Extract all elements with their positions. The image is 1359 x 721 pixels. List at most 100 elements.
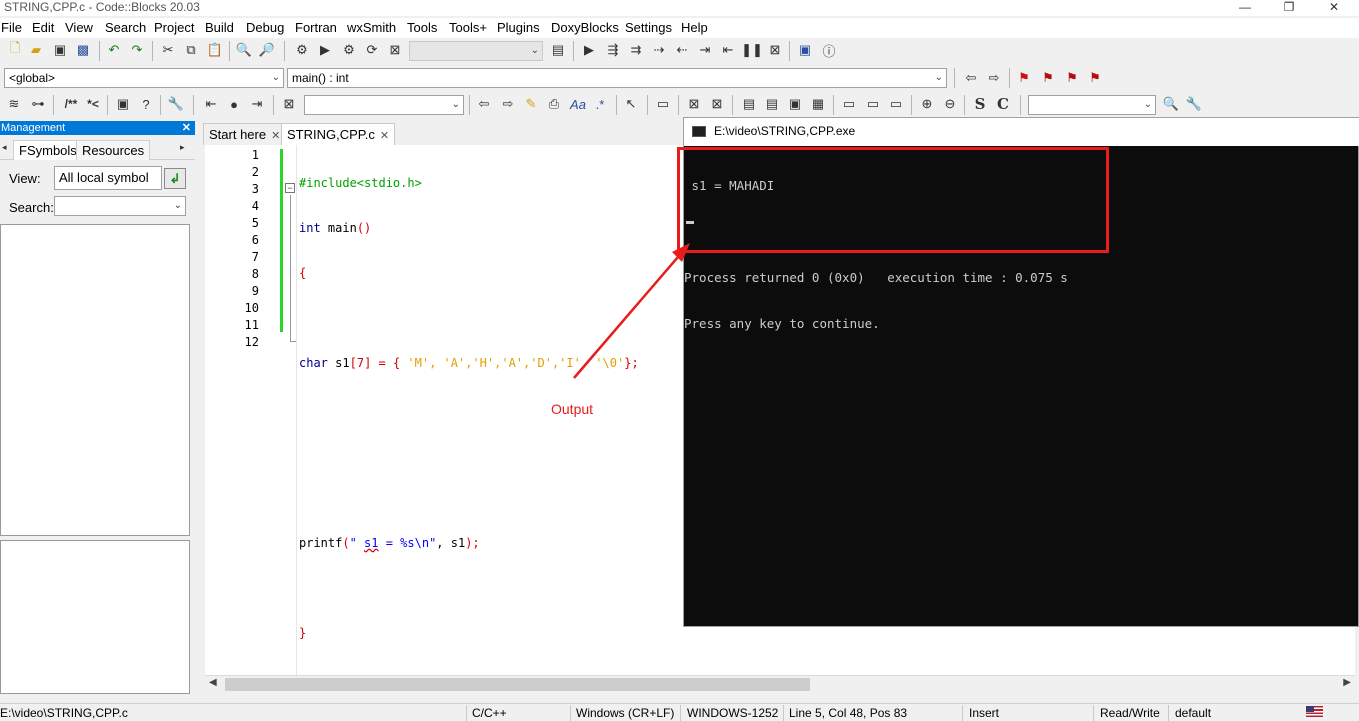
search-icon[interactable]: 🔍	[1162, 95, 1180, 113]
menu-doxyblocks[interactable]: DoxyBlocks	[551, 20, 619, 35]
step-out-icon[interactable]: ⇠	[673, 41, 691, 59]
abort-icon[interactable]: ⊠	[386, 41, 404, 59]
menu-help[interactable]: Help	[681, 20, 708, 35]
save-icon[interactable]: ▣	[51, 41, 69, 59]
menu-tools-plus[interactable]: Tools+	[449, 20, 487, 35]
stop-debug-icon[interactable]: ⊠	[766, 41, 784, 59]
doxy-inline-button[interactable]: *<	[83, 95, 103, 113]
save-all-icon[interactable]: ▩	[74, 41, 92, 59]
fold-collapse-icon[interactable]: −	[285, 183, 295, 193]
menu-build[interactable]: Build	[205, 20, 234, 35]
frame2-icon[interactable]: ▭	[864, 95, 882, 113]
menu-tools[interactable]: Tools	[407, 20, 437, 35]
bookmark-prev-icon[interactable]: ⚑	[1039, 69, 1057, 87]
debug-run-icon[interactable]: ▶	[580, 41, 598, 59]
view-combo[interactable]: All local symbol	[54, 166, 162, 190]
cursor-icon[interactable]: ↖	[622, 95, 640, 113]
symbol-s-icon[interactable]: S	[971, 95, 989, 113]
jump-back-icon[interactable]: ⇦	[962, 69, 980, 87]
symbol-search-combo[interactable]: ⌄	[54, 196, 186, 216]
layout4-icon[interactable]: ▦	[809, 95, 827, 113]
frame1-icon[interactable]: ▭	[840, 95, 858, 113]
menu-fortran[interactable]: Fortran	[295, 20, 337, 35]
zoom-in-icon[interactable]: ⊕	[918, 95, 936, 113]
menu-search[interactable]: Search	[105, 20, 146, 35]
layout3-icon[interactable]: ▣	[786, 95, 804, 113]
doxy-help-icon[interactable]: ?	[137, 95, 155, 113]
paste-icon[interactable]: 📋	[206, 41, 224, 59]
menu-edit[interactable]: Edit	[32, 20, 54, 35]
maximize-button[interactable]: ❐	[1267, 0, 1311, 16]
tab-start-here[interactable]: Start here ✕	[203, 123, 287, 145]
scope-combo[interactable]: <global> ⌄	[4, 68, 284, 88]
undo-icon[interactable]: ↶	[105, 41, 123, 59]
info-icon[interactable]: ⓘ	[820, 41, 838, 59]
run-to-cursor-icon[interactable]: ⇶	[604, 41, 622, 59]
frame3-icon[interactable]: ▭	[887, 95, 905, 113]
bookmark-clear-icon[interactable]: ⚑	[1086, 69, 1104, 87]
tab-resources[interactable]: Resources	[76, 140, 151, 160]
jump-forward-icon[interactable]: ⇨	[985, 69, 1003, 87]
menu-debug[interactable]: Debug	[246, 20, 284, 35]
settings-wrench-icon[interactable]: 🔧	[1185, 95, 1203, 113]
close-button[interactable]: ✕	[1312, 0, 1356, 16]
menu-wxsmith[interactable]: wxSmith	[347, 20, 396, 35]
arrow-left-icon[interactable]: ⇦	[475, 95, 493, 113]
close-icon[interactable]: ✕	[380, 130, 389, 142]
minimize-button[interactable]: —	[1223, 0, 1267, 16]
next-icon[interactable]: ⇥	[248, 95, 266, 113]
function-combo[interactable]: main() : int ⌄	[287, 68, 947, 88]
incremental-search-combo[interactable]: ⌄	[1028, 95, 1156, 115]
symbol-c-icon[interactable]: C	[994, 95, 1012, 113]
menu-view[interactable]: View	[65, 20, 93, 35]
refresh-icon[interactable]: ↲	[164, 168, 186, 189]
symbol-tree[interactable]	[0, 224, 190, 536]
layout1-icon[interactable]: ▤	[740, 95, 758, 113]
redo-icon[interactable]: ↷	[128, 41, 146, 59]
block-icon[interactable]: ⊠	[685, 95, 703, 113]
close-icon[interactable]: ✕	[182, 121, 191, 135]
gear-icon[interactable]: ⚙	[293, 41, 311, 59]
doxy-wizard-icon[interactable]: ▣	[114, 95, 132, 113]
debug-windows-icon[interactable]: ▣	[796, 41, 814, 59]
hierarchy-icon[interactable]: ⊶	[29, 95, 47, 113]
stop-icon[interactable]: ⊠	[280, 95, 298, 113]
build-log-icon[interactable]: ▤	[549, 41, 567, 59]
zoom-out-icon[interactable]: ⊖	[941, 95, 959, 113]
highlight-icon[interactable]: ✎	[522, 95, 540, 113]
block2-icon[interactable]: ⊠	[708, 95, 726, 113]
wrench-icon[interactable]: 🔧	[167, 95, 185, 113]
regex-icon[interactable]: .*	[590, 95, 610, 113]
rect-icon[interactable]: ▭	[654, 95, 672, 113]
bookmark-toggle-icon[interactable]: ⚑	[1015, 69, 1033, 87]
match-case-icon[interactable]: Aa	[567, 95, 589, 113]
menu-settings[interactable]: Settings	[625, 20, 672, 35]
scroll-thumb[interactable]	[225, 678, 810, 691]
selected-text-icon[interactable]: ⎙	[545, 95, 563, 113]
next-line-icon[interactable]: ⇉	[627, 41, 645, 59]
stack-icon[interactable]: ≋	[5, 95, 23, 113]
scroll-right-icon[interactable]: ▶	[1343, 677, 1351, 688]
build-run-icon[interactable]: ⚙	[340, 41, 358, 59]
bookmark-next-icon[interactable]: ⚑	[1063, 69, 1081, 87]
replace-icon[interactable]: 🔎	[258, 41, 276, 59]
code-text[interactable]: #include<stdio.h> int main() { char s1[7…	[299, 147, 639, 701]
menu-file[interactable]: File	[1, 20, 22, 35]
open-folder-icon[interactable]: ▰	[27, 41, 45, 59]
tab-scroll-left-icon[interactable]: ◂	[2, 142, 7, 153]
layout2-icon[interactable]: ▤	[763, 95, 781, 113]
symbol-details[interactable]	[0, 540, 190, 694]
rebuild-icon[interactable]: ⟳	[363, 41, 381, 59]
run-icon[interactable]: ▶	[316, 41, 334, 59]
doxy-comment-button[interactable]: /**	[60, 95, 82, 113]
horizontal-scrollbar[interactable]: ◀ ▶	[205, 675, 1355, 692]
tab-string-cpp[interactable]: STRING,CPP.c ✕	[281, 123, 396, 145]
find-icon[interactable]: 🔍	[235, 41, 253, 59]
build-target-combo[interactable]: ⌄	[409, 41, 543, 61]
copy-icon[interactable]: ⧉	[182, 41, 200, 59]
prev-icon[interactable]: ⇤	[202, 95, 220, 113]
next-instruction-icon[interactable]: ⇥	[696, 41, 714, 59]
search-combo[interactable]: ⌄	[304, 95, 464, 115]
cut-icon[interactable]: ✂	[159, 41, 177, 59]
arrow-right-icon[interactable]: ⇨	[499, 95, 517, 113]
